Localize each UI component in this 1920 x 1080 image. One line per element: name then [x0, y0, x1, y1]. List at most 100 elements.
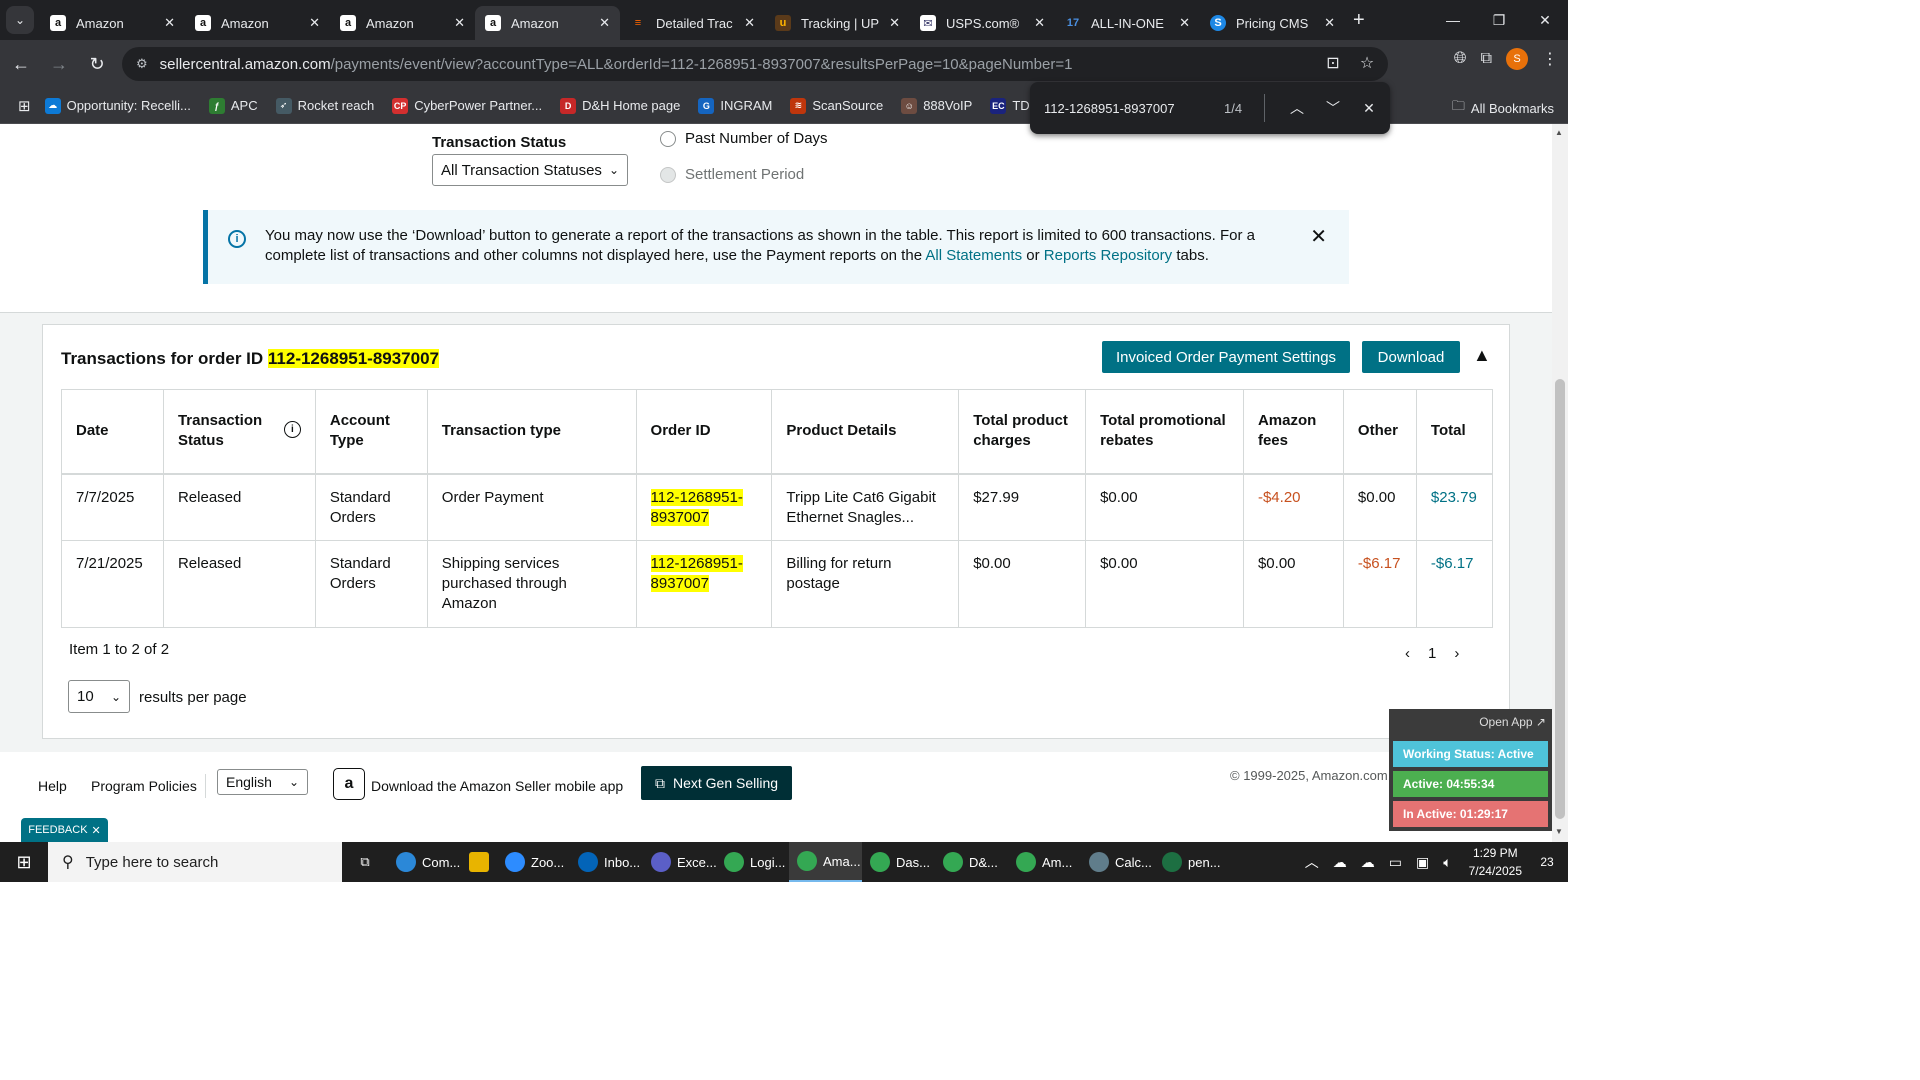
bookmark-item[interactable]: ➶ Rocket reach [275, 97, 374, 114]
scroll-down-icon[interactable]: ▼ [1555, 827, 1563, 836]
feedback-close-icon[interactable]: ✕ [92, 824, 101, 837]
battery-icon[interactable]: ▭ [1389, 854, 1402, 871]
next-page-icon[interactable]: › [1454, 645, 1459, 662]
close-tab-icon[interactable]: ✕ [309, 15, 320, 31]
taskbar-app[interactable]: Das... [862, 842, 935, 882]
amazon-app-icon[interactable]: a [333, 768, 365, 800]
current-page[interactable]: 1 [1428, 645, 1436, 662]
onedrive-icon[interactable]: ☁ [1333, 854, 1347, 871]
close-tab-icon[interactable]: ✕ [164, 15, 175, 31]
all-bookmarks[interactable]: 🗀 All Bookmarks [1452, 97, 1554, 119]
reload-icon[interactable]: ↻ [80, 47, 114, 81]
close-icon[interactable]: ✕ [1310, 224, 1327, 249]
profile-avatar[interactable]: S [1506, 48, 1528, 70]
close-tab-icon[interactable]: ✕ [1034, 15, 1045, 31]
onedrive-personal-icon[interactable]: ☁ [1361, 854, 1375, 871]
find-input[interactable]: 112-1268951-8937007 [1044, 101, 1224, 116]
taskbar-app[interactable]: Am... [1008, 842, 1081, 882]
language-select[interactable]: English ⌄ [217, 769, 308, 795]
find-close-icon[interactable]: ✕ [1351, 100, 1387, 117]
scroll-up-icon[interactable]: ▲ [1555, 128, 1563, 137]
lens-icon[interactable]: ⊡ [1322, 53, 1344, 73]
info-icon[interactable]: i [283, 421, 301, 439]
invoiced-order-settings-button[interactable]: Invoiced Order Payment Settings [1102, 341, 1350, 373]
help-link[interactable]: Help [38, 778, 67, 794]
address-bar[interactable]: ⚙ sellercentral.amazon.com/payments/even… [122, 47, 1388, 81]
close-tab-icon[interactable]: ✕ [599, 15, 610, 31]
find-prev-icon[interactable]: ︿ [1279, 98, 1315, 118]
radio-past-days[interactable]: Past Number of Days [660, 130, 828, 147]
taskbar-app[interactable]: Com... [388, 842, 461, 882]
volume-icon[interactable]: 🔈︎ [1443, 854, 1451, 871]
close-tab-icon[interactable]: ✕ [1179, 15, 1190, 31]
close-window-icon[interactable]: ✕ [1522, 0, 1568, 40]
close-tab-icon[interactable]: ✕ [744, 15, 755, 31]
prev-page-icon[interactable]: ‹ [1405, 645, 1410, 662]
transaction-status-select[interactable]: All Transaction Statuses ⌄ [432, 154, 628, 186]
close-tab-icon[interactable]: ✕ [1324, 15, 1335, 31]
taskbar-app[interactable]: Exce... [643, 842, 716, 882]
browser-tab[interactable]: a Amazon ✕ [475, 6, 620, 40]
maximize-icon[interactable]: ❐ [1476, 0, 1522, 40]
find-next-icon[interactable]: ﹀ [1315, 98, 1351, 118]
browser-tab[interactable]: S Pricing CMS ✕ [1200, 6, 1345, 40]
download-app-link[interactable]: Download the Amazon Seller mobile app [371, 778, 623, 794]
taskbar-app[interactable]: D&... [935, 842, 1008, 882]
close-tab-icon[interactable]: ✕ [889, 15, 900, 31]
bookmark-star-icon[interactable]: ☆ [1356, 53, 1378, 73]
next-gen-selling-button[interactable]: ⧉ Next Gen Selling [641, 766, 792, 800]
taskbar-app[interactable]: Logi... [716, 842, 789, 882]
menu-kebab-icon[interactable]: ⋮ [1542, 49, 1558, 69]
open-app-link[interactable]: Open App ↗ [1479, 715, 1546, 729]
all-statements-link[interactable]: All Statements [925, 247, 1022, 264]
bookmark-item[interactable]: CP CyberPower Partner... [392, 97, 542, 114]
program-policies-link[interactable]: Program Policies [91, 778, 197, 794]
bookmark-item[interactable]: ≋ ScanSource [790, 97, 883, 114]
bookmark-item[interactable]: ƒ APC [208, 97, 258, 114]
browser-tab[interactable]: ✉ USPS.com® ✕ [910, 6, 1055, 40]
bookmark-item[interactable]: ☁ Opportunity: Recelli... [44, 97, 191, 114]
site-settings-icon[interactable]: ⚙ [136, 56, 148, 72]
browser-tab[interactable]: 17 ALL-IN-ONE ✕ [1055, 6, 1200, 40]
taskbar-app[interactable] [461, 842, 497, 882]
task-view-icon[interactable]: ⧉ [342, 842, 388, 882]
translate-icon[interactable]: 🌐︎ [1454, 50, 1467, 68]
radio-settlement-period[interactable]: Settlement Period [660, 166, 804, 183]
tray-chevron-icon[interactable]: ︿ [1305, 852, 1319, 872]
windows-start-icon[interactable]: ⊞ [0, 842, 48, 882]
browser-tab[interactable]: a Amazon ✕ [330, 6, 475, 40]
taskbar-app[interactable]: pen... [1154, 842, 1227, 882]
notifications-icon[interactable]: 23 [1532, 848, 1562, 876]
bookmark-item[interactable]: ☺ 888VoIP [901, 97, 972, 114]
browser-tab[interactable]: a Amazon ✕ [40, 6, 185, 40]
apps-grid-icon[interactable]: ⊞ [18, 97, 31, 115]
clock[interactable]: 1:29 PM 7/24/2025 [1469, 844, 1522, 880]
back-icon[interactable]: ← [4, 47, 38, 81]
bookmark-item[interactable]: D D&H Home page [560, 97, 680, 114]
cell-value[interactable]: 112-1268951-8937007 [650, 488, 743, 526]
tab-search-icon[interactable]: ⌄ [6, 6, 34, 34]
taskbar-app[interactable]: Calc... [1081, 842, 1154, 882]
forward-icon[interactable]: → [42, 47, 76, 81]
bookmark-item[interactable]: G INGRAM [698, 97, 772, 114]
browser-tab[interactable]: u Tracking | UP ✕ [765, 6, 910, 40]
feedback-button[interactable]: FEEDBACK ✕ [21, 818, 108, 842]
taskbar-search[interactable]: ⚲ Type here to search [48, 842, 342, 882]
taskbar-app[interactable]: Ama... [789, 842, 862, 882]
results-per-page-select[interactable]: 10 ⌄ [68, 680, 130, 713]
browser-tab[interactable]: ≡ Detailed Trac ✕ [620, 6, 765, 40]
taskbar-app[interactable]: Zoo... [497, 842, 570, 882]
extensions-icon[interactable]: ⧉ [1481, 50, 1492, 68]
reports-repository-link[interactable]: Reports Repository [1044, 247, 1172, 264]
network-icon[interactable]: ▣ [1416, 854, 1429, 871]
download-button[interactable]: Download [1362, 341, 1460, 373]
close-tab-icon[interactable]: ✕ [454, 15, 465, 31]
minimize-icon[interactable]: — [1430, 0, 1476, 40]
taskbar-app[interactable]: Inbo... [570, 842, 643, 882]
scroll-thumb[interactable] [1555, 379, 1565, 819]
page-scrollbar[interactable]: ▲ ▼ [1552, 124, 1568, 842]
new-tab-icon[interactable]: + [1353, 9, 1365, 32]
cell-value[interactable]: 112-1268951-8937007 [650, 555, 743, 592]
tab-title: USPS.com® [946, 15, 1020, 31]
browser-tab[interactable]: a Amazon ✕ [185, 6, 330, 40]
